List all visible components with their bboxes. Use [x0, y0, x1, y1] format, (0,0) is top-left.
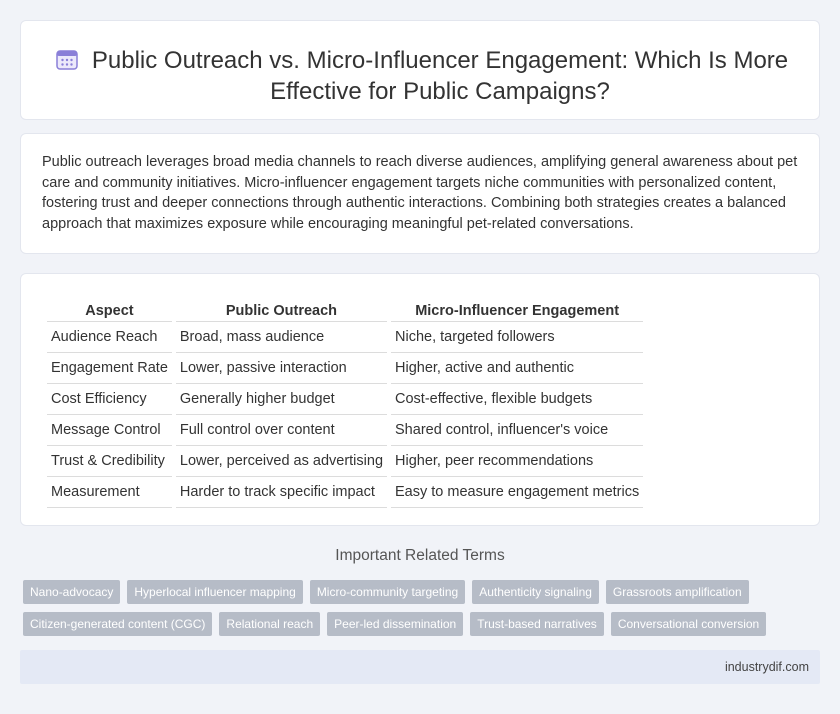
term-tag[interactable]: Authenticity signaling [472, 580, 599, 604]
table-cell: Lower, perceived as advertising [175, 446, 388, 477]
table-row: Measurement Harder to track specific imp… [47, 477, 644, 508]
term-tag[interactable]: Nano-advocacy [23, 580, 121, 604]
table-cell: Cost Efficiency [47, 384, 172, 415]
table-cell: Higher, active and authentic [391, 353, 644, 384]
term-tag[interactable]: Conversational conversion [610, 612, 767, 636]
intro-paragraph: Public outreach leverages broad media ch… [42, 154, 798, 232]
table-cell: Measurement [47, 477, 172, 508]
page-title: Public Outreach vs. Micro-Influencer Eng… [91, 47, 789, 105]
footer-bar: industrydif.com [20, 650, 820, 684]
title-card: Public Outreach vs. Micro-Influencer Eng… [20, 20, 820, 120]
related-terms-row: Nano-advocacy Hyperlocal influencer mapp… [23, 580, 749, 604]
term-tag[interactable]: Micro-community targeting [309, 580, 466, 604]
column-header-micro-influencer: Micro-Influencer Engagement [391, 295, 644, 322]
comparison-table: Aspect Public Outreach Micro-Influencer … [43, 295, 647, 508]
table-cell: Higher, peer recommendations [391, 446, 644, 477]
term-tag[interactable]: Trust-based narratives [470, 612, 604, 636]
term-tag[interactable]: Grassroots amplification [605, 580, 749, 604]
related-terms-heading: Important Related Terms [335, 547, 505, 564]
table-row: Trust & Credibility Lower, perceived as … [47, 446, 644, 477]
table-cell: Harder to track specific impact [175, 477, 388, 508]
table-cell: Generally higher budget [175, 384, 388, 415]
table-row: Message Control Full control over conten… [47, 415, 644, 446]
comparison-card: Aspect Public Outreach Micro-Influencer … [20, 273, 820, 526]
table-cell: Broad, mass audience [175, 322, 388, 353]
table-cell: Easy to measure engagement metrics [391, 477, 644, 508]
table-cell: Trust & Credibility [47, 446, 172, 477]
table-cell: Cost-effective, flexible budgets [391, 384, 644, 415]
term-tag[interactable]: Citizen-generated content (CGC) [23, 612, 213, 636]
table-cell: Full control over content [175, 415, 388, 446]
column-header-aspect: Aspect [47, 295, 172, 322]
table-cell: Audience Reach [47, 322, 172, 353]
table-cell: Niche, targeted followers [391, 322, 644, 353]
calendar-icon [56, 50, 78, 70]
table-row: Cost Efficiency Generally higher budget … [47, 384, 644, 415]
table-cell: Message Control [47, 415, 172, 446]
term-tag[interactable]: Hyperlocal influencer mapping [127, 580, 303, 604]
table-cell: Engagement Rate [47, 353, 172, 384]
footer-site-link[interactable]: industrydif.com [725, 660, 809, 674]
table-row: Engagement Rate Lower, passive interacti… [47, 353, 644, 384]
table-header-row: Aspect Public Outreach Micro-Influencer … [47, 295, 644, 322]
table-row: Audience Reach Broad, mass audience Nich… [47, 322, 644, 353]
column-header-public-outreach: Public Outreach [175, 295, 388, 322]
term-tag[interactable]: Relational reach [219, 612, 321, 636]
table-cell: Lower, passive interaction [175, 353, 388, 384]
related-terms-row: Citizen-generated content (CGC) Relation… [23, 612, 767, 636]
intro-card: Public outreach leverages broad media ch… [20, 133, 820, 254]
term-tag[interactable]: Peer-led dissemination [327, 612, 464, 636]
table-cell: Shared control, influencer's voice [391, 415, 644, 446]
